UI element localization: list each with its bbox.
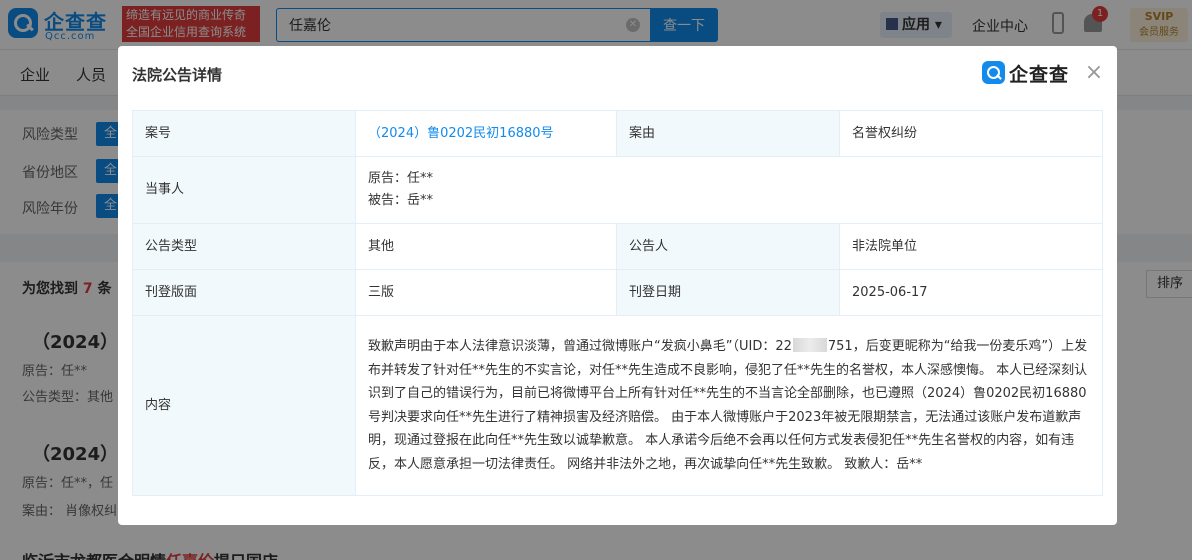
announcement-type-value: 其他 bbox=[355, 223, 617, 270]
modal-logo: 企查查 bbox=[982, 60, 1078, 86]
logo-icon bbox=[982, 61, 1005, 84]
court-announcement-modal: 法院公告详情 企查查 × 案号 （2024）鲁0202民初16880号 案由 名… bbox=[118, 46, 1117, 525]
announcer-value: 非法院单位 bbox=[839, 223, 1103, 270]
detail-table: 案号 （2024）鲁0202民初16880号 案由 名誉权纠纷 当事人 原告：任… bbox=[132, 110, 1103, 496]
redacted-blur bbox=[792, 338, 827, 352]
publication-date-label: 刊登日期 bbox=[616, 269, 840, 316]
plaintiff: 原告：任** bbox=[368, 171, 434, 186]
case-number-link[interactable]: （2024）鲁0202民初16880号 bbox=[368, 126, 554, 141]
case-cause-label: 案由 bbox=[616, 110, 840, 157]
case-cause-value: 名誉权纠纷 bbox=[839, 110, 1103, 157]
content-text-part-2: 751，后变更昵称为“给我一份麦乐鸡”）上发布并转发了针对任**先生的不实言论，… bbox=[368, 339, 1088, 472]
content-text-part-1: 致歉声明由于本人法律意识淡薄，曾通过微博账户“发疯小鼻毛”（UID：22 bbox=[368, 339, 792, 354]
parties-value: 原告：任** 被告：岳** bbox=[355, 156, 1103, 224]
modal-logo-name: 企查查 bbox=[1009, 64, 1070, 86]
announcement-type-label: 公告类型 bbox=[132, 223, 356, 270]
announcer-label: 公告人 bbox=[616, 223, 840, 270]
case-number-label: 案号 bbox=[132, 110, 356, 157]
content-label: 内容 bbox=[132, 315, 356, 496]
defendant: 被告：岳** bbox=[368, 193, 434, 208]
publication-date-value: 2025-06-17 bbox=[839, 269, 1103, 316]
close-icon[interactable]: × bbox=[1083, 62, 1105, 84]
publication-section-value: 三版 bbox=[355, 269, 617, 316]
content-value: 致歉声明由于本人法律意识淡薄，曾通过微博账户“发疯小鼻毛”（UID：22 751，… bbox=[355, 315, 1103, 496]
modal-title: 法院公告详情 bbox=[132, 66, 223, 84]
parties-label: 当事人 bbox=[132, 156, 356, 224]
publication-section-label: 刊登版面 bbox=[132, 269, 356, 316]
case-number-cell: （2024）鲁0202民初16880号 bbox=[355, 110, 617, 157]
